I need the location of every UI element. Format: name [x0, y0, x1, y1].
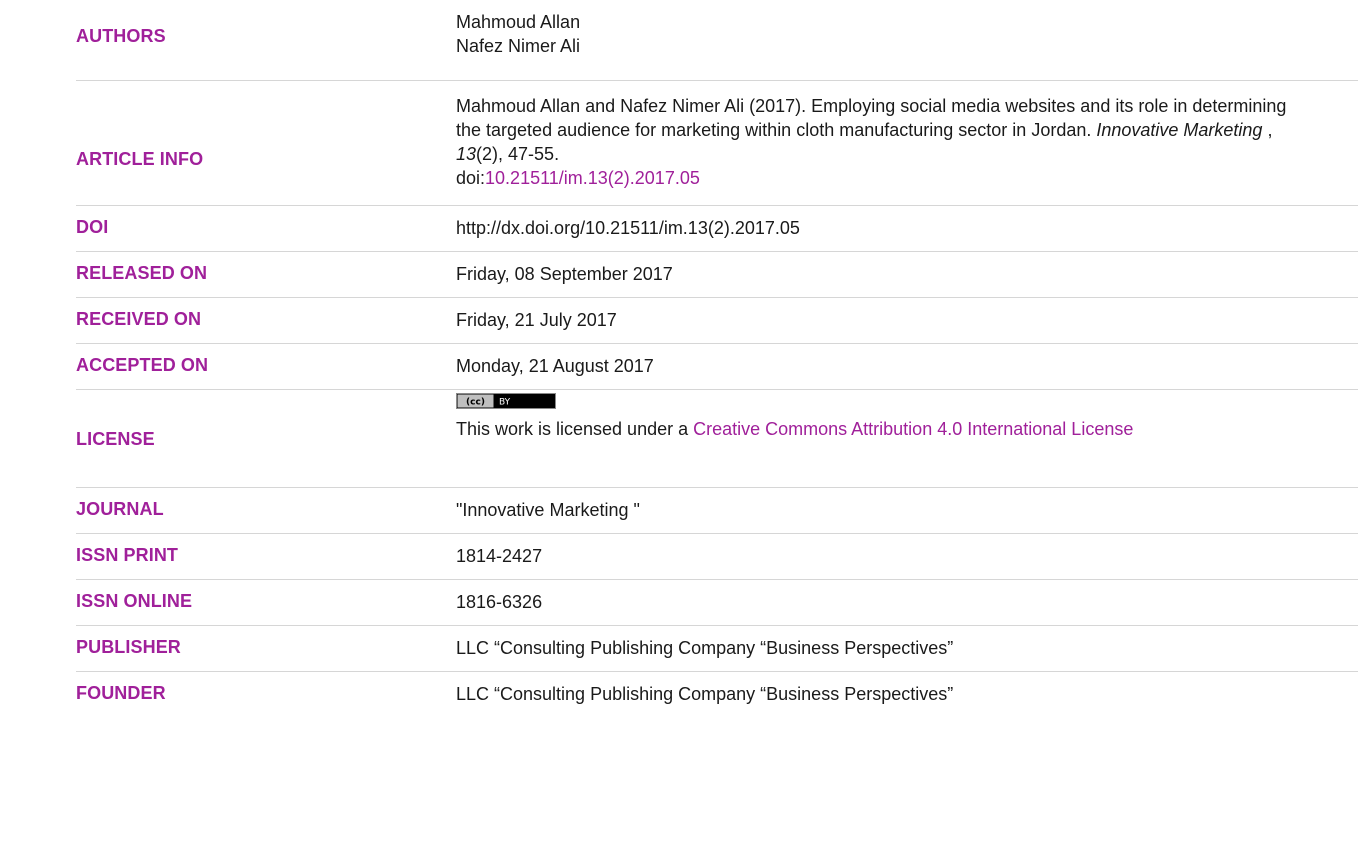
label-issn-print: ISSN PRINT — [76, 545, 179, 565]
label-authors: AUTHORS — [76, 26, 166, 46]
label-founder: FOUNDER — [76, 683, 166, 703]
value-issn-online: 1816-6326 — [456, 592, 543, 612]
license-link[interactable]: Creative Commons Attribution 4.0 Interna… — [693, 419, 1133, 439]
author-name: Mahmoud Allan — [456, 12, 581, 32]
label-received-on: RECEIVED ON — [76, 309, 202, 329]
value-accepted-on: Monday, 21 August 2017 — [456, 356, 654, 376]
label-license: LICENSE — [76, 429, 155, 449]
label-released-on: RELEASED ON — [76, 263, 208, 283]
value-issn-print: 1814-2427 — [456, 546, 543, 566]
article-metadata-sheet: AUTHORS Mahmoud Allan Nafez Nimer Ali AR… — [0, 0, 1358, 853]
row-released-on: RELEASED ON Friday, 08 September 2017 — [76, 251, 1358, 298]
cc-by-badge-icon[interactable]: (cc) BY — [456, 393, 556, 409]
value-received-on: Friday, 21 July 2017 — [456, 310, 617, 330]
citation-issue-pages: (2), 47-55. — [476, 144, 560, 164]
label-doi: DOI — [76, 217, 109, 237]
value-license: (cc) BY This work is licensed under a Cr… — [456, 393, 1296, 441]
row-issn-online: ISSN ONLINE 1816-6326 — [76, 579, 1358, 626]
row-license: LICENSE (cc) BY This work is licensed un… — [76, 389, 1358, 488]
citation-doi-prefix: doi: — [456, 168, 486, 188]
value-publisher: LLC “Consulting Publishing Company “Busi… — [456, 638, 954, 658]
label-accepted-on: ACCEPTED ON — [76, 355, 209, 375]
row-doi: DOI http://dx.doi.org/10.21511/im.13(2).… — [76, 205, 1358, 252]
label-journal: JOURNAL — [76, 499, 164, 519]
row-authors: AUTHORS Mahmoud Allan Nafez Nimer Ali — [76, 0, 1358, 81]
citation-doi-link[interactable]: 10.21511/im.13(2).2017.05 — [485, 168, 700, 188]
cc-badge-label: (cc) — [466, 398, 485, 408]
row-issn-print: ISSN PRINT 1814-2427 — [76, 533, 1358, 580]
row-article-info: ARTICLE INFO Mahmoud Allan and Nafez Nim… — [76, 80, 1358, 206]
label-article-info: ARTICLE INFO — [76, 149, 204, 169]
value-authors: Mahmoud Allan Nafez Nimer Ali — [456, 10, 1296, 58]
by-badge-label: BY — [499, 398, 511, 408]
value-released-on: Friday, 08 September 2017 — [456, 264, 673, 284]
label-issn-online: ISSN ONLINE — [76, 591, 193, 611]
row-journal: JOURNAL "Innovative Marketing " — [76, 487, 1358, 534]
label-publisher: PUBLISHER — [76, 637, 181, 657]
row-publisher: PUBLISHER LLC “Consulting Publishing Com… — [76, 625, 1358, 672]
citation-volume: 13 — [456, 144, 477, 164]
row-accepted-on: ACCEPTED ON Monday, 21 August 2017 — [76, 343, 1358, 390]
license-text: This work is licensed under a — [456, 419, 694, 439]
citation-separator: , — [1262, 120, 1273, 140]
row-founder: FOUNDER LLC “Consulting Publishing Compa… — [76, 671, 1358, 717]
row-received-on: RECEIVED ON Friday, 21 July 2017 — [76, 297, 1358, 344]
value-doi: http://dx.doi.org/10.21511/im.13(2).2017… — [456, 218, 800, 238]
author-name: Nafez Nimer Ali — [456, 36, 581, 56]
value-article-info: Mahmoud Allan and Nafez Nimer Ali (2017)… — [456, 94, 1296, 190]
value-founder: LLC “Consulting Publishing Company “Busi… — [456, 684, 954, 704]
value-journal: "Innovative Marketing " — [456, 500, 640, 520]
citation-journal: Innovative Marketing — [1096, 120, 1263, 140]
